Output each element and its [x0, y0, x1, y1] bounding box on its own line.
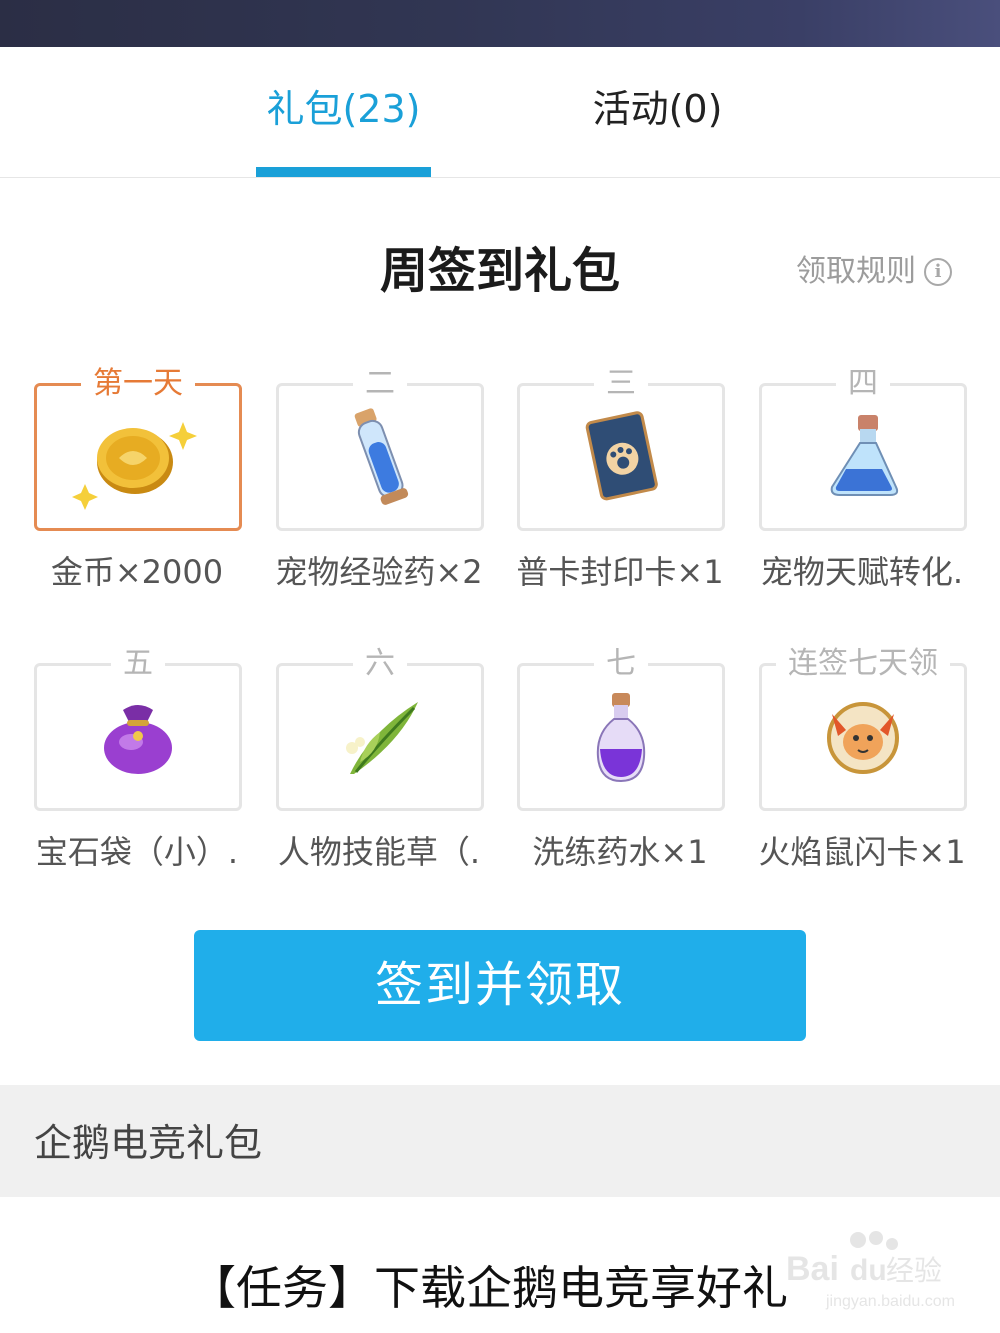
refine-potion-icon [596, 693, 646, 783]
day-item-name: 宝石袋（小）. [35, 833, 239, 871]
gold-coin-icon [72, 422, 197, 510]
seal-card-icon [585, 411, 658, 501]
tab-gifts[interactable]: 礼包(23) [256, 81, 431, 137]
top-banner-strip [0, 0, 1000, 47]
day-card-4[interactable]: 四 [759, 364, 967, 531]
day-card-6[interactable]: 六 [276, 644, 484, 811]
day-label: 三 [594, 364, 648, 404]
day-card-5[interactable]: 五 [34, 644, 242, 811]
esports-gift-title: 企鹅电竞礼包 [34, 1121, 263, 1165]
day-label: 六 [353, 644, 407, 684]
day-item-name: 火焰鼠闪卡×1 [758, 833, 966, 871]
rules-label: 领取规则 [796, 254, 916, 289]
day-card-7[interactable]: 七 [517, 644, 725, 811]
watermark-brand2: du [850, 1254, 887, 1287]
tab-activities[interactable]: 活动(0) [560, 81, 755, 137]
day-label: 四 [836, 364, 890, 404]
day-card-bonus[interactable]: 连签七天领 [759, 644, 967, 811]
watermark-url: jingyan.baidu.com [825, 1293, 955, 1310]
day-label: 第一天 [81, 364, 195, 404]
active-tab-indicator [256, 167, 431, 177]
section-title: 周签到礼包 [379, 243, 620, 299]
rules-link[interactable]: 领取规则 i [796, 250, 952, 294]
tab-bar: 礼包(23) 活动(0) [0, 47, 1000, 178]
day-label: 连签七天领 [776, 644, 950, 684]
day-item-name: 金币×2000 [50, 553, 224, 591]
day-item-name: 宠物天赋转化. [760, 553, 964, 591]
day-item-name: 人物技能草（. [277, 833, 481, 871]
checkin-claim-button[interactable]: 签到并领取 [194, 930, 806, 1041]
day-card-2[interactable]: 二 [276, 364, 484, 531]
skill-herb-icon [346, 702, 418, 774]
day-label: 七 [594, 644, 648, 684]
day-card-3[interactable]: 三 [517, 364, 725, 531]
baidu-watermark-logo: Bai du 经验 jingyan.baidu.com [786, 1231, 955, 1310]
day-card-1[interactable]: 第一天 [34, 364, 242, 531]
watermark-suffix: 经验 [886, 1254, 942, 1287]
watermark-brand: Bai [786, 1250, 839, 1288]
info-icon: i [924, 258, 952, 286]
day-label: 二 [353, 364, 407, 404]
fire-mouse-card-icon [827, 702, 899, 774]
exp-potion-tube-icon [354, 408, 409, 505]
day-item-name: 洗练药水×1 [532, 833, 708, 871]
day-label: 五 [111, 644, 165, 684]
day-item-name: 宠物经验药×2 [275, 553, 483, 591]
esports-gift-header: 企鹅电竞礼包 [0, 1085, 1000, 1197]
day-item-name: 普卡封印卡×1 [516, 553, 724, 591]
gem-bag-icon [104, 705, 172, 774]
talent-flask-icon [830, 415, 899, 496]
